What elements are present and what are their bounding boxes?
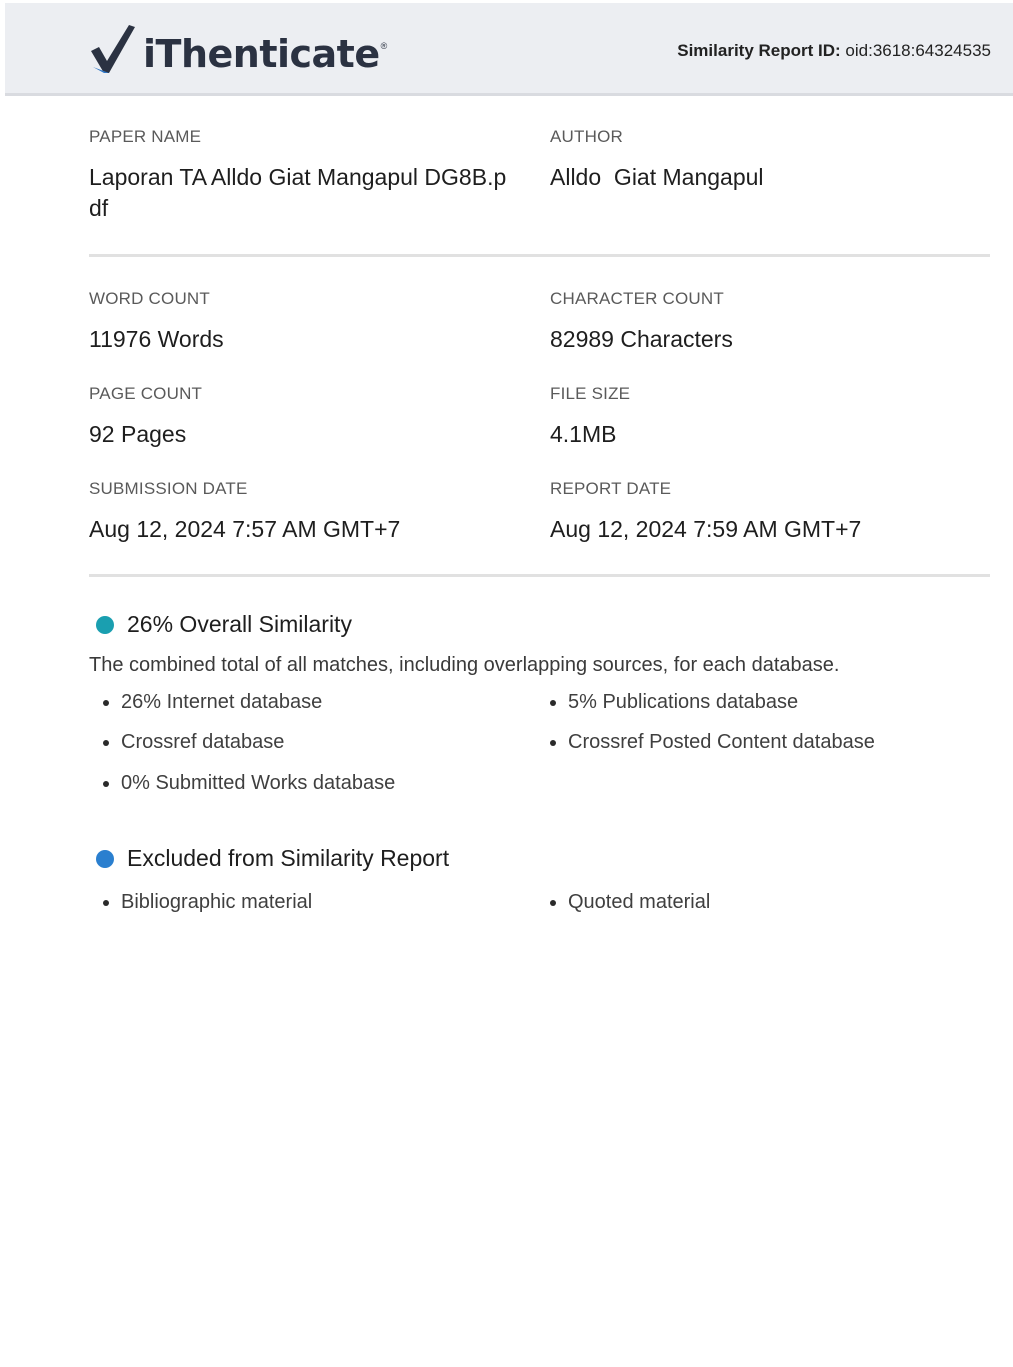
list-item: 5% Publications database	[550, 691, 798, 714]
divider-middle	[89, 574, 990, 577]
word-count-label: WORD COUNT	[89, 289, 210, 308]
list-item: 0% Submitted Works database	[103, 772, 395, 795]
similarity-dot-icon	[96, 615, 114, 634]
excluded-section-title: Excluded from Similarity Report	[96, 845, 449, 872]
list-item: Bibliographic material	[103, 891, 312, 914]
paper-name-value: Laporan TA Alldo Giat Mangapul DG8B.p df	[89, 162, 529, 224]
brand-name: iThenticate	[143, 32, 380, 76]
list-item: Quoted material	[550, 891, 710, 914]
report-date-label: REPORT DATE	[550, 479, 672, 498]
checkmark-logo-icon	[91, 25, 135, 73]
author-field: AUTHOR Alldo Giat Mangapul	[550, 127, 970, 193]
report-header: iThenticate ® Similarity Report ID: oid:…	[5, 3, 1013, 96]
character-count-label: CHARACTER COUNT	[550, 289, 724, 308]
list-item-text: 5% Publications database	[568, 691, 799, 713]
bullet-icon	[550, 899, 556, 906]
list-item-text: Quoted material	[568, 891, 711, 913]
list-item: 26% Internet database	[103, 691, 322, 714]
submission-date-label: SUBMISSION DATE	[89, 479, 248, 498]
character-count-field: CHARACTER COUNT 82989 Characters	[550, 289, 733, 355]
list-item-text: Bibliographic material	[121, 891, 313, 913]
report-id-label: Similarity Report ID:	[677, 41, 841, 60]
file-size-value: 4.1MB	[550, 421, 617, 447]
bullet-icon	[103, 699, 109, 706]
paper-name-line2: df	[89, 195, 109, 221]
list-item-text: Crossref database	[121, 731, 285, 753]
list-item-text: 0% Submitted Works database	[121, 772, 396, 794]
excluded-title: Excluded from Similarity Report	[127, 845, 450, 871]
report-date-field: REPORT DATE Aug 12, 2024 7:59 AM GMT+7	[550, 479, 861, 545]
similarity-section-title: 26% Overall Similarity	[96, 611, 352, 638]
similarity-description: The combined total of all matches, inclu…	[89, 654, 840, 676]
submission-date-field: SUBMISSION DATE Aug 12, 2024 7:57 AM GMT…	[89, 479, 400, 545]
ithenticate-logo: iThenticate ®	[89, 23, 387, 75]
submission-date-value: Aug 12, 2024 7:57 AM GMT+7	[89, 516, 401, 542]
report-date-value: Aug 12, 2024 7:59 AM GMT+7	[550, 516, 862, 542]
list-item: Crossref database	[103, 731, 284, 754]
bullet-icon	[103, 899, 109, 906]
bullet-icon	[550, 699, 556, 706]
author-label: AUTHOR	[550, 127, 623, 146]
similarity-title: 26% Overall Similarity	[127, 611, 352, 637]
author-value: Alldo Giat Mangapul	[550, 164, 764, 190]
paper-name-label: PAPER NAME	[89, 127, 202, 146]
paper-name-line1: Laporan TA Alldo Giat Mangapul DG8B.p	[89, 164, 507, 190]
similarity-report-id: Similarity Report ID: oid:3618:64324535	[677, 41, 991, 61]
list-item-text: 26% Internet database	[121, 691, 323, 713]
page-count-label: PAGE COUNT	[89, 384, 203, 403]
file-size-label: FILE SIZE	[550, 384, 631, 403]
divider-top	[89, 254, 990, 257]
excluded-dot-icon	[96, 849, 114, 868]
bullet-icon	[103, 739, 109, 746]
bullet-icon	[103, 780, 109, 787]
list-item-text: Crossref Posted Content database	[568, 731, 875, 753]
page-count-field: PAGE COUNT 92 Pages	[89, 384, 202, 450]
registered-mark: ®	[380, 41, 388, 51]
paper-name-field: PAPER NAME Laporan TA Alldo Giat Mangapu…	[89, 127, 529, 224]
list-item: Crossref Posted Content database	[550, 731, 875, 754]
word-count-field: WORD COUNT 11976 Words	[89, 289, 224, 355]
bullet-icon	[550, 739, 556, 746]
page-count-value: 92 Pages	[89, 421, 187, 447]
character-count-value: 82989 Characters	[550, 326, 733, 352]
report-id-value: oid:3618:64324535	[845, 41, 991, 60]
word-count-value: 11976 Words	[89, 326, 224, 352]
file-size-field: FILE SIZE 4.1MB	[550, 384, 630, 450]
